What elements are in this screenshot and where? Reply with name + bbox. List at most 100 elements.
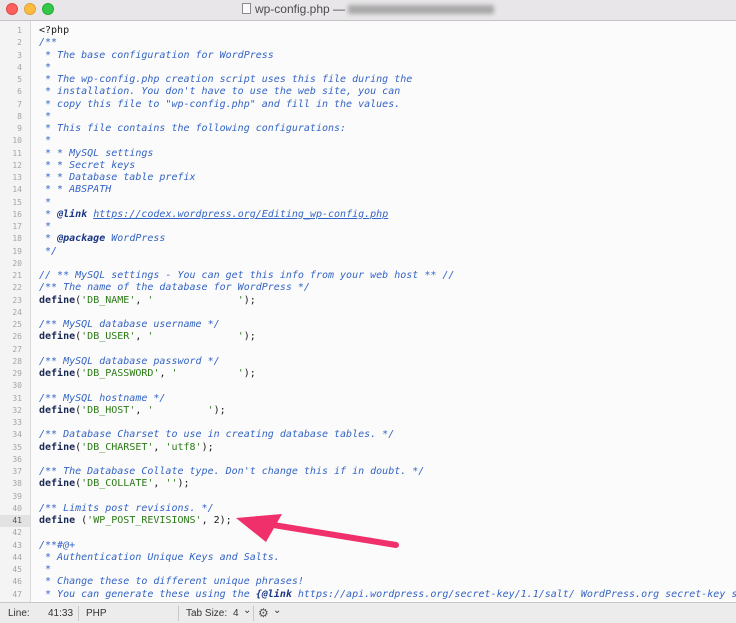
code-text: define('DB_PASSWORD', ' '); bbox=[39, 368, 256, 380]
code-line[interactable]: 16 * @link https://codex.wordpress.org/E… bbox=[0, 209, 736, 221]
code-line[interactable]: 43 /**#@+ bbox=[0, 540, 736, 552]
code-line[interactable]: 13 * * Database table prefix bbox=[0, 172, 736, 184]
code-token: 'DB_PASSWORD' bbox=[81, 368, 160, 379]
code-line[interactable]: 1 <?php bbox=[0, 25, 736, 37]
code-line[interactable]: 29 define('DB_PASSWORD', ' '); bbox=[0, 368, 736, 380]
code-line[interactable]: 17 * bbox=[0, 221, 736, 233]
code-token: /**#@+ bbox=[39, 539, 76, 551]
code-line[interactable]: 26 define('DB_USER', ' '); bbox=[0, 331, 736, 343]
line-number: 44 bbox=[12, 552, 22, 562]
code-line[interactable]: 2 /** bbox=[0, 37, 736, 49]
code-text: * bbox=[39, 221, 51, 233]
line-number: 7 bbox=[17, 99, 22, 109]
code-editor[interactable]: 1 <?php 2/** 3 * The base configuration for… bbox=[0, 21, 736, 602]
code-line[interactable]: 34 /** Database Charset to use in creatin… bbox=[0, 429, 736, 441]
code-text: * You can generate these using the {@lin… bbox=[39, 589, 736, 601]
code-token: * Authentication Unique Keys and Salts. bbox=[39, 551, 280, 563]
code-line[interactable]: 7 * copy this file to "wp-config.php" an… bbox=[0, 99, 736, 111]
code-line[interactable]: 14 * * ABSPATH bbox=[0, 184, 736, 196]
line-number: 25 bbox=[12, 320, 22, 329]
code-token: 'DB_HOST' bbox=[81, 404, 136, 416]
chevron-down-icon[interactable]: ⌄ bbox=[273, 605, 281, 616]
code-line[interactable]: 21 // ** MySQL settings - You can get thi… bbox=[0, 270, 736, 282]
line-number: 15 bbox=[12, 197, 22, 207]
code-line[interactable]: 25 /** MySQL database username */ bbox=[0, 319, 736, 331]
line-number: 34 bbox=[12, 430, 22, 440]
code-line[interactable]: 37 /** The Database Collate type. Don't c… bbox=[0, 466, 736, 478]
code-token: * bbox=[39, 208, 58, 220]
code-line[interactable]: 27 bbox=[0, 344, 736, 356]
code-line[interactable]: 31 /** MySQL hostname */ bbox=[0, 393, 736, 405]
code-line[interactable]: 4 * bbox=[0, 62, 736, 74]
code-token: https://codex.wordpress.org/Editing_wp-c… bbox=[93, 208, 389, 220]
code-line[interactable]: 40 /** Limits post revisions. */ bbox=[0, 503, 736, 515]
line-number: 9 bbox=[17, 124, 22, 133]
code-text: /** The Database Collate type. Don't cha… bbox=[39, 466, 424, 478]
code-text: * bbox=[39, 135, 51, 147]
code-line[interactable]: 42 bbox=[0, 527, 736, 539]
code-line[interactable]: 47 * You can generate these using the {@… bbox=[0, 589, 736, 601]
code-token: * bbox=[39, 196, 52, 208]
code-line[interactable]: 12 * * Secret keys bbox=[0, 160, 736, 172]
line-number: 5 bbox=[17, 75, 22, 84]
code-line[interactable]: 6 * installation. You don't have to use … bbox=[0, 86, 736, 98]
code-line[interactable]: 30 bbox=[0, 380, 736, 392]
code-line[interactable]: 20 bbox=[0, 258, 736, 270]
code-text: <?php bbox=[39, 25, 69, 37]
code-line[interactable]: 5 * The wp-config.php creation script us… bbox=[0, 74, 736, 86]
chevron-down-icon[interactable]: ⌄ bbox=[243, 605, 251, 616]
code-line[interactable]: 33 bbox=[0, 417, 736, 429]
line-number: 39 bbox=[12, 491, 22, 501]
code-line[interactable]: 39 bbox=[0, 491, 736, 503]
language-selector[interactable]: PHP bbox=[86, 608, 107, 619]
code-line[interactable]: 32 define('DB_HOST', ' '); bbox=[0, 405, 736, 417]
code-line[interactable]: 18 * @package WordPress bbox=[0, 233, 736, 245]
code-text: define('DB_HOST', ' '); bbox=[39, 405, 226, 417]
line-number: 30 bbox=[12, 381, 22, 391]
title-bar: wp-config.php — bbox=[0, 0, 736, 21]
code-line[interactable]: 38 define('DB_COLLATE', ''); bbox=[0, 478, 736, 490]
code-line[interactable]: 23 define('DB_NAME', ' '); bbox=[0, 295, 736, 307]
line-number: 40 bbox=[12, 503, 22, 513]
code-text: define ('WP_POST_REVISIONS', 2); bbox=[39, 515, 232, 527]
code-line[interactable]: 9 * This file contains the following con… bbox=[0, 123, 736, 135]
code-line[interactable]: 11 * * MySQL settings bbox=[0, 148, 736, 160]
code-token: /** Database Charset to use in creating … bbox=[39, 429, 395, 441]
line-number: 2 bbox=[17, 38, 22, 48]
code-token: * This file contains the following confi… bbox=[39, 123, 347, 134]
code-text: * installation. You don't have to use th… bbox=[39, 86, 400, 98]
code-token: ' ' bbox=[171, 368, 244, 379]
code-line[interactable]: 46 * Change these to different unique ph… bbox=[0, 576, 736, 588]
code-token: , 2); bbox=[201, 515, 232, 526]
line-number: 6 bbox=[17, 87, 22, 97]
status-divider bbox=[78, 606, 79, 621]
tab-size-selector[interactable]: 4 bbox=[233, 608, 239, 619]
line-number: 11 bbox=[12, 148, 22, 158]
window-title-text: wp-config.php — bbox=[254, 2, 346, 16]
code-line[interactable]: 24 bbox=[0, 307, 736, 319]
code-line[interactable]: 44 * Authentication Unique Keys and Salt… bbox=[0, 552, 736, 564]
line-number: 14 bbox=[12, 185, 22, 195]
line-number: 37 bbox=[12, 467, 22, 476]
gear-icon[interactable]: ⚙ bbox=[258, 606, 269, 620]
code-token: * bbox=[39, 61, 52, 73]
code-token: * bbox=[39, 221, 52, 232]
code-line[interactable]: 35 define('DB_CHARSET', 'utf8'); bbox=[0, 442, 736, 454]
code-line[interactable]: 19 */ bbox=[0, 246, 736, 258]
line-number: 22 bbox=[12, 283, 22, 293]
code-text: * * MySQL settings bbox=[39, 148, 153, 160]
code-text: * bbox=[39, 564, 51, 576]
code-line[interactable]: 22 /** The name of the database for WordP… bbox=[0, 282, 736, 294]
code-line[interactable]: 41 define ('WP_POST_REVISIONS', 2); bbox=[0, 515, 736, 528]
code-line[interactable]: 36 bbox=[0, 454, 736, 466]
code-text: define('DB_COLLATE', ''); bbox=[39, 478, 190, 490]
code-line[interactable]: 10 * bbox=[0, 135, 736, 147]
code-line[interactable]: 45 * bbox=[0, 564, 736, 576]
code-token: <?php bbox=[39, 25, 70, 36]
code-line[interactable]: 8 * bbox=[0, 111, 736, 123]
code-line[interactable]: 28 /** MySQL database password */ bbox=[0, 356, 736, 368]
code-text: * Change these to different unique phras… bbox=[39, 576, 304, 588]
code-line[interactable]: 15 * bbox=[0, 197, 736, 209]
redacted-path bbox=[348, 5, 495, 15]
code-line[interactable]: 3 * The base configuration for WordPress bbox=[0, 50, 736, 62]
